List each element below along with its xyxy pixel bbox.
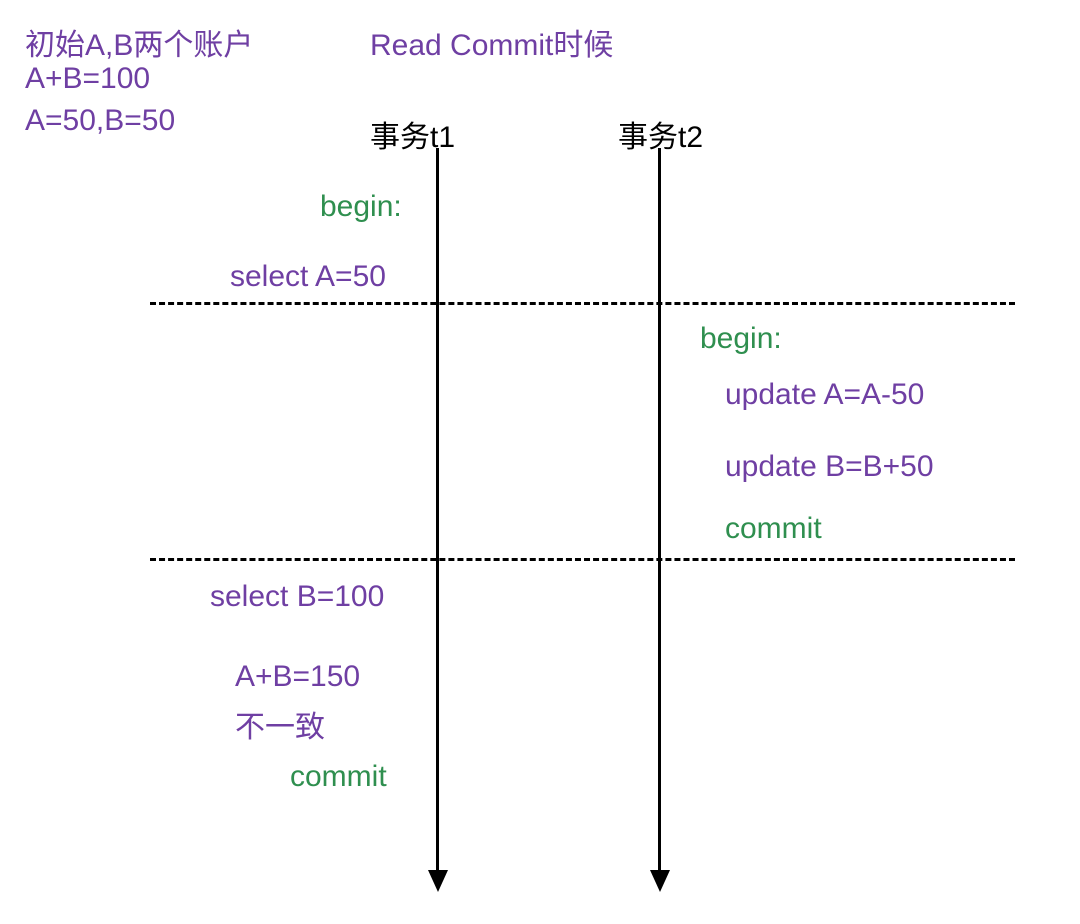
t2-update-a: update A=A-50 xyxy=(725,378,924,412)
t2-timeline xyxy=(658,148,661,873)
phase-divider-1 xyxy=(150,302,1015,305)
heading-line3: A=50,B=50 xyxy=(25,104,175,138)
t1-select-a: select A=50 xyxy=(230,260,386,294)
heading-line1: 初始A,B两个账户 xyxy=(25,20,253,64)
phase-divider-2 xyxy=(150,558,1015,561)
t1-inconsistent: 不一致 xyxy=(235,702,325,746)
t2-commit: commit xyxy=(725,512,822,546)
t1-label: 事务t1 xyxy=(370,112,455,156)
t1-sum: A+B=150 xyxy=(235,660,360,694)
t1-timeline xyxy=(436,148,439,873)
t1-select-b: select B=100 xyxy=(210,580,384,614)
t2-begin: begin: xyxy=(700,322,782,356)
t2-update-b: update B=B+50 xyxy=(725,450,934,484)
t1-begin: begin: xyxy=(320,190,402,224)
t1-commit: commit xyxy=(290,760,387,794)
heading-line2: A+B=100 xyxy=(25,62,150,96)
t2-arrowhead-icon xyxy=(650,870,670,892)
t1-arrowhead-icon xyxy=(428,870,448,892)
isolation-level-label: Read Commit时候 xyxy=(370,20,613,64)
